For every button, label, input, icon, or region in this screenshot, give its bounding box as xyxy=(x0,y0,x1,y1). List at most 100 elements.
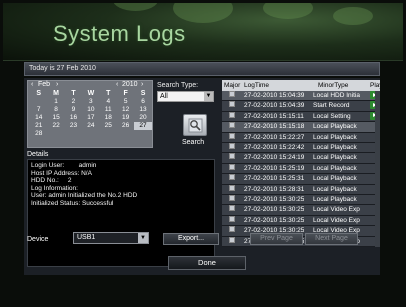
calendar-day[interactable]: 27 xyxy=(134,122,152,130)
calendar-day[interactable]: 23 xyxy=(65,122,82,130)
next-month-button[interactable]: › xyxy=(56,81,58,88)
calendar-day[interactable]: 13 xyxy=(134,106,151,114)
details-label: Details xyxy=(27,151,49,158)
table-row[interactable]: 27-02-2010 15:15:18 Local Playback xyxy=(222,122,380,133)
calendar-day[interactable]: 26 xyxy=(117,122,134,130)
prev-month-button[interactable]: ‹ xyxy=(31,81,33,88)
calendar-day[interactable]: 15 xyxy=(47,114,64,122)
calendar-month: Feb xyxy=(38,81,51,88)
device-select[interactable]: USB1 ▼ xyxy=(73,232,149,244)
table-row[interactable]: 27-02-2010 15:24:19 Local Playback xyxy=(222,153,380,164)
table-row[interactable]: 27-02-2010 15:25:19 Local Playback xyxy=(222,163,380,175)
calendar-day[interactable]: 1 xyxy=(47,98,64,106)
table-row[interactable]: 27-02-2010 15:15:11 Local Setting xyxy=(222,111,380,123)
calendar-day[interactable]: 7 xyxy=(30,106,47,114)
calendar-day[interactable]: 10 xyxy=(82,106,99,114)
calendar-weekday: F xyxy=(123,90,128,97)
calendar-day[interactable]: 20 xyxy=(134,114,151,122)
calendar-week-row: 14 15 16 17 18 19 20 xyxy=(30,114,152,122)
calendar-day[interactable]: 21 xyxy=(30,122,47,130)
minor-type-cell: Local Playback xyxy=(313,175,357,183)
search-type-select[interactable]: All ▼ xyxy=(157,91,214,102)
calendar-day[interactable]: 5 xyxy=(117,98,134,106)
calendar-empty-cell xyxy=(134,130,151,138)
table-row[interactable]: 27-02-2010 15:04:39 Local HDD Initia xyxy=(222,91,380,102)
table-row[interactable]: 27-02-2010 15:30:25 Local Video Exp xyxy=(222,215,380,227)
log-time-cell: 27-02-2010 15:30:25 xyxy=(244,196,305,203)
next-page-button[interactable]: Next Page xyxy=(305,233,358,245)
calendar-day[interactable]: 16 xyxy=(65,114,82,122)
log-time-cell: 27-02-2010 15:24:19 xyxy=(244,154,305,162)
done-button[interactable]: Done xyxy=(168,256,246,270)
calendar-day[interactable]: 18 xyxy=(100,114,117,122)
calendar-year: 2010 xyxy=(122,81,138,88)
search-type-label: Search Type: xyxy=(157,82,199,89)
search-type-value: All xyxy=(160,93,168,100)
log-entry-icon xyxy=(229,205,235,212)
log-entry-icon xyxy=(229,236,235,243)
prev-year-button[interactable]: ‹ xyxy=(116,81,118,88)
minor-type-cell: Local Setting xyxy=(313,112,351,120)
calendar-day[interactable]: 25 xyxy=(100,122,117,130)
log-entry-icon xyxy=(229,174,235,181)
table-row[interactable]: 27-02-2010 15:30:25 Local Playback xyxy=(222,195,380,206)
log-table-header: Major LogTime MinorType Play xyxy=(222,80,380,91)
table-row[interactable]: 27-02-2010 15:04:39 Start Record xyxy=(222,101,380,112)
log-table: Major LogTime MinorType Play 27-02-2010 … xyxy=(222,80,380,247)
calendar-day[interactable]: 4 xyxy=(100,98,117,106)
minor-type-cell: Local Video Exp xyxy=(313,216,360,224)
calendar-day[interactable]: 9 xyxy=(65,106,82,114)
minor-type-cell: Local Playback xyxy=(313,154,357,162)
log-time-cell: 27-02-2010 15:22:42 xyxy=(244,144,305,151)
calendar-day[interactable]: 17 xyxy=(82,114,99,122)
details-box: Login User: admin Host IP Address: N/A HDD… xyxy=(27,159,215,267)
log-time-cell: 27-02-2010 15:30:25 xyxy=(244,206,305,214)
table-row[interactable]: 27-02-2010 15:22:42 Local Playback xyxy=(222,143,380,154)
calendar-weekday: S xyxy=(36,90,42,97)
log-entry-icon xyxy=(229,184,235,191)
calendar-day[interactable]: 24 xyxy=(82,122,99,130)
calendar-day[interactable]: 2 xyxy=(65,98,82,106)
calendar: ‹ Feb › ‹ 2010 › S M T W T F S 1 2 3 4 5 6 7 8 9 10 11 12 1… xyxy=(27,80,153,148)
export-button[interactable]: Export... xyxy=(163,233,219,245)
calendar-week-row: 21 22 23 24 25 26 27 xyxy=(30,122,152,130)
calendar-weekday: S xyxy=(140,90,146,97)
column-play[interactable]: Play xyxy=(370,80,380,91)
device-label: Device xyxy=(27,236,49,243)
next-year-button[interactable]: › xyxy=(141,81,143,88)
calendar-grid: S M T W T F S 1 2 3 4 5 6 7 8 9 10 11 12 13 14 15 16 17 18 19 20 21… xyxy=(30,90,152,138)
calendar-day[interactable]: 19 xyxy=(117,114,134,122)
search-button[interactable] xyxy=(183,114,207,136)
minor-type-cell: Local Playback xyxy=(313,164,357,172)
calendar-week-row: 7 8 9 10 11 12 13 xyxy=(30,106,152,114)
log-table-scrollbar[interactable] xyxy=(375,91,380,247)
log-time-cell: 27-02-2010 15:30:25 xyxy=(244,216,305,224)
today-bar: Today is 27 Feb 2010 xyxy=(24,62,380,76)
log-time-cell: 27-02-2010 15:15:18 xyxy=(244,123,305,131)
log-entry-icon xyxy=(229,91,235,97)
calendar-day[interactable]: 22 xyxy=(47,122,64,130)
search-button-label: Search xyxy=(182,139,205,146)
log-time-cell: 27-02-2010 15:28:31 xyxy=(244,185,305,193)
log-entry-icon xyxy=(229,101,235,108)
minor-type-cell: Local Playback xyxy=(313,123,357,131)
table-row[interactable]: 27-02-2010 15:30:25 Local Video Exp xyxy=(222,205,380,216)
column-minortype[interactable]: MinorType xyxy=(318,80,348,91)
log-time-cell: 27-02-2010 15:04:39 xyxy=(244,102,305,110)
table-row[interactable]: 27-02-2010 15:28:31 Local Playback xyxy=(222,184,380,195)
calendar-day[interactable]: 11 xyxy=(100,106,117,114)
table-row[interactable]: 27-02-2010 15:22:27 Local Playback xyxy=(222,132,380,143)
calendar-day[interactable]: 6 xyxy=(134,98,151,106)
calendar-week-row: 28 xyxy=(30,130,152,138)
prev-page-button[interactable]: Prev Page xyxy=(250,233,303,245)
table-row[interactable]: 27-02-2010 15:25:31 Local Playback xyxy=(222,174,380,185)
calendar-day[interactable]: 12 xyxy=(117,106,134,114)
calendar-empty-cell xyxy=(100,130,117,138)
calendar-day[interactable]: 3 xyxy=(82,98,99,106)
calendar-day[interactable]: 14 xyxy=(30,114,47,122)
calendar-day[interactable]: 28 xyxy=(30,130,47,138)
column-major[interactable]: Major xyxy=(224,80,240,91)
calendar-weekday: T xyxy=(106,90,111,97)
column-logtime[interactable]: LogTime xyxy=(244,80,269,91)
calendar-day[interactable]: 8 xyxy=(47,106,64,114)
